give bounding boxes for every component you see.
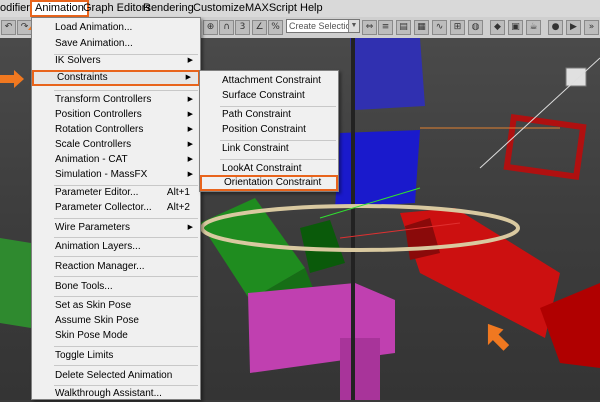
menu-item-simulation-massfx[interactable]: Simulation - MassFX ▶: [32, 167, 200, 183]
submenu-item-surface-constraint[interactable]: Surface Constraint: [200, 88, 338, 104]
submenu-arrow-icon: ▶: [185, 74, 191, 81]
menu-item-parameter-editor[interactable]: Parameter Editor... Alt+1: [32, 185, 200, 201]
submenu-arrow-icon: ▶: [187, 96, 193, 103]
menu-item-rotation-controllers[interactable]: Rotation Controllers ▶: [32, 122, 200, 138]
submenu-arrow-icon: ▶: [187, 156, 193, 163]
menu-item-position-controllers[interactable]: Position Controllers ▶: [32, 107, 200, 123]
constraints-submenu: Attachment Constraint Surface Constraint…: [199, 70, 339, 192]
menu-item-assume-skin-pose[interactable]: Assume Skin Pose: [32, 313, 200, 329]
submenu-separator: [220, 159, 336, 160]
menu-item-animation-cat[interactable]: Animation - CAT ▶: [32, 152, 200, 168]
annotation-arrow-right-icon: [0, 70, 24, 88]
submenu-arrow-icon: ▶: [187, 141, 193, 148]
menu-separator: [54, 237, 198, 238]
menu-item-animation-layers[interactable]: Animation Layers...: [32, 239, 200, 255]
menu-separator: [54, 346, 198, 347]
submenu-arrow-icon: ▶: [187, 57, 193, 64]
menu-item-delete-selected-animation[interactable]: Delete Selected Animation: [32, 368, 200, 384]
menu-separator: [54, 90, 198, 91]
submenu-arrow-icon: ▶: [187, 224, 193, 231]
submenu-item-link-constraint[interactable]: Link Constraint: [200, 141, 338, 157]
menu-separator: [54, 218, 198, 219]
menu-item-bone-tools[interactable]: Bone Tools...: [32, 279, 200, 295]
menu-item-set-as-skin-pose[interactable]: Set as Skin Pose: [32, 298, 200, 314]
menu-item-load-animation[interactable]: Load Animation...: [32, 20, 200, 36]
submenu-item-attachment-constraint[interactable]: Attachment Constraint: [200, 73, 338, 89]
submenu-arrow-icon: ▶: [187, 171, 193, 178]
submenu-arrow-icon: ▶: [187, 111, 193, 118]
submenu-arrow-icon: ▶: [187, 126, 193, 133]
submenu-item-orientation-constraint[interactable]: Orientation Constraint: [200, 175, 338, 191]
menu-item-scale-controllers[interactable]: Scale Controllers ▶: [32, 137, 200, 153]
submenu-item-path-constraint[interactable]: Path Constraint: [200, 107, 338, 123]
menu-item-transform-controllers[interactable]: Transform Controllers ▶: [32, 92, 200, 108]
submenu-item-position-constraint[interactable]: Position Constraint: [200, 122, 338, 138]
menu-separator: [54, 276, 198, 277]
menu-item-ik-solvers[interactable]: IK Solvers ▶: [32, 53, 200, 69]
menu-item-wire-parameters[interactable]: Wire Parameters ▶: [32, 220, 200, 236]
menu-separator: [54, 256, 198, 257]
menu-item-toggle-limits[interactable]: Toggle Limits: [32, 348, 200, 364]
menu-item-parameter-collector[interactable]: Parameter Collector... Alt+2: [32, 200, 200, 216]
menu-item-save-animation[interactable]: Save Animation...: [32, 36, 200, 52]
menu-separator: [54, 365, 198, 366]
menu-separator: [54, 296, 198, 297]
menu-item-skin-pose-mode[interactable]: Skin Pose Mode: [32, 328, 200, 344]
menu-item-constraints[interactable]: Constraints ▶: [32, 70, 200, 86]
animation-menu: Load Animation... Save Animation... IK S…: [31, 17, 201, 400]
menu-item-reaction-manager[interactable]: Reaction Manager...: [32, 259, 200, 275]
